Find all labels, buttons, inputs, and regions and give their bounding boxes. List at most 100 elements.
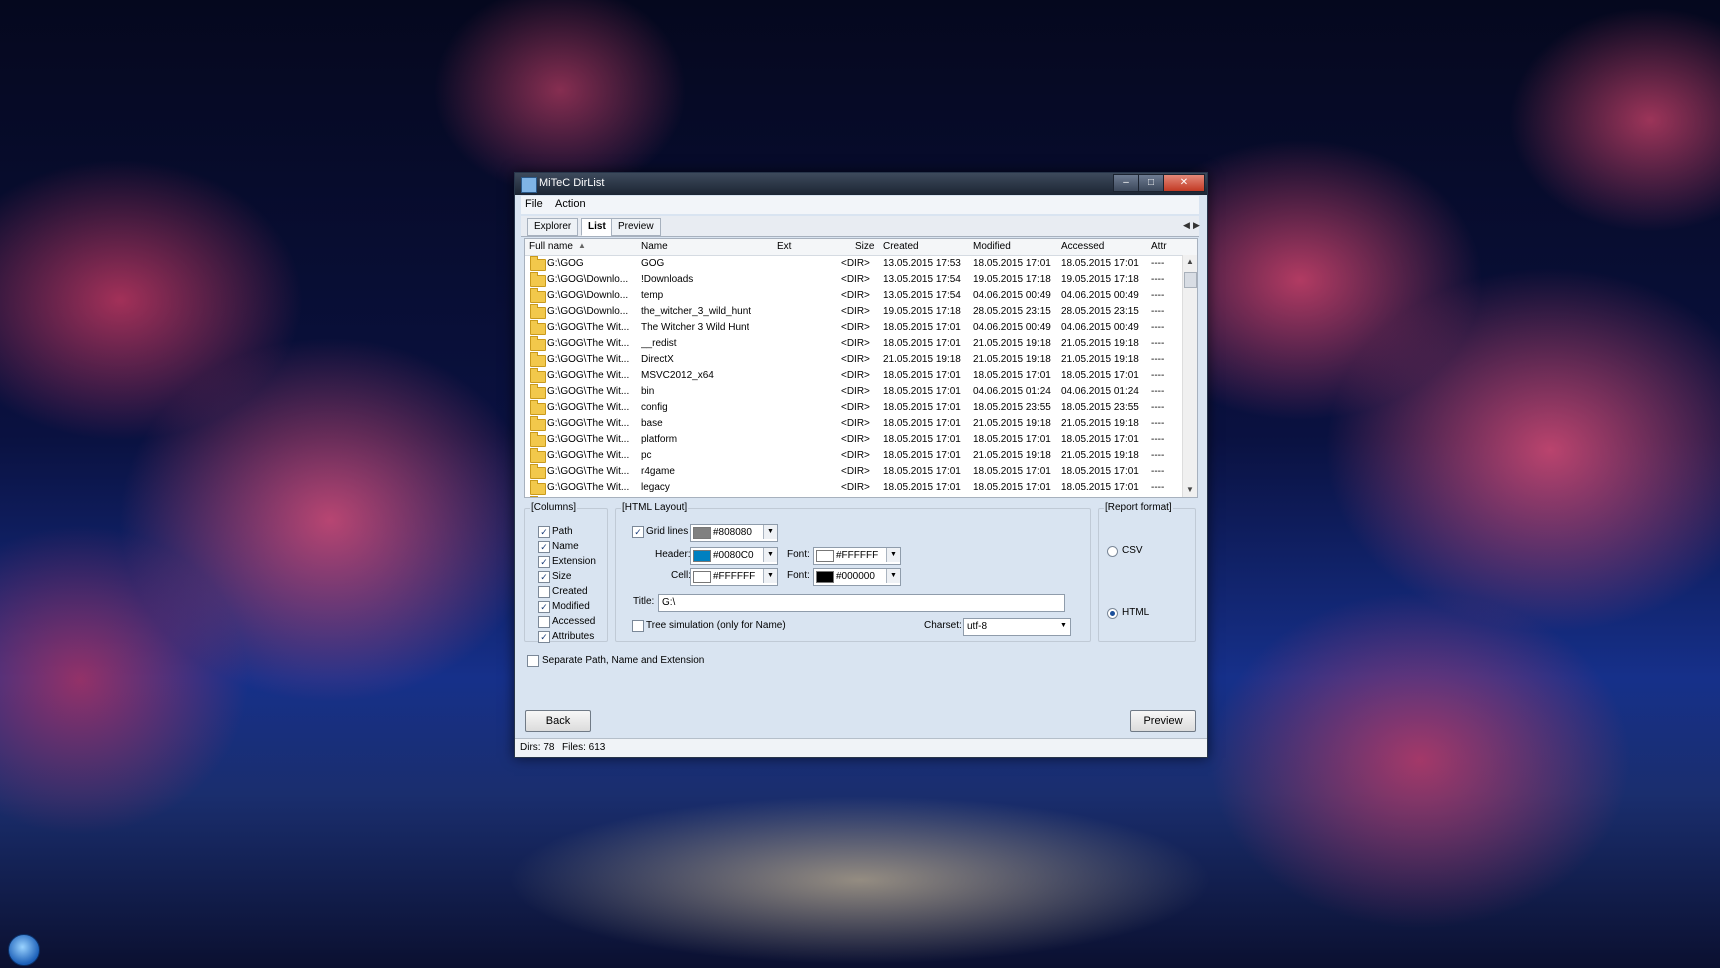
- cell-accessed: 18.05.2015 17:01: [1061, 370, 1139, 381]
- cell-path: G:\GOG\The Wit...: [547, 434, 630, 445]
- table-row[interactable]: G:\GOG\The Wit... DirectX <DIR> 21.05.2015 …: [525, 352, 1181, 368]
- col-size[interactable]: Size: [855, 241, 874, 252]
- report-format-group: [1098, 508, 1196, 642]
- start-button[interactable]: [8, 934, 40, 966]
- table-row[interactable]: G:\GOG\The Wit... pc <DIR> 18.05.2015 17:01…: [525, 448, 1181, 464]
- table-row[interactable]: G:\GOG\The Wit... config <DIR> 18.05.2015 1…: [525, 400, 1181, 416]
- cell-name: config: [641, 402, 668, 413]
- tab-explorer[interactable]: Explorer: [527, 218, 579, 236]
- cell-created: 18.05.2015 17:01: [883, 370, 961, 381]
- title-input[interactable]: G:\: [658, 594, 1065, 612]
- column-checkbox-name[interactable]: ✓: [538, 541, 550, 553]
- header-color-select[interactable]: #0080C0 ▼: [690, 547, 778, 565]
- table-row[interactable]: G:\GOG\The Wit... legacy <DIR> 18.05.2015 1…: [525, 480, 1181, 496]
- table-row[interactable]: G:\GOG\The Wit... bin <DIR> 18.05.2015 17:0…: [525, 384, 1181, 400]
- column-checkbox-created[interactable]: [538, 586, 550, 598]
- csv-radio[interactable]: [1107, 546, 1118, 557]
- title-bar[interactable]: MiTeC DirList – □ ✕: [515, 173, 1207, 195]
- cell-modified: 28.05.2015 23:15: [973, 306, 1051, 317]
- cell-name: __redist: [641, 338, 677, 349]
- table-row[interactable]: G:\GOG\The Wit... MSVC2012_x64 <DIR> 18.05.…: [525, 368, 1181, 384]
- col-created[interactable]: Created: [883, 241, 919, 252]
- cell-attr: ----: [1151, 322, 1165, 333]
- report-format-label: [Report format]: [1104, 502, 1173, 513]
- column-checkbox-attributes[interactable]: ✓: [538, 631, 550, 643]
- maximize-button[interactable]: □: [1138, 174, 1164, 192]
- column-checkbox-size[interactable]: ✓: [538, 571, 550, 583]
- cell-modified: 04.06.2015 00:49: [973, 290, 1051, 301]
- cell-font-label: Font:: [787, 570, 810, 581]
- cell-size: <DIR>: [841, 290, 870, 301]
- cell-size: <DIR>: [841, 370, 870, 381]
- col-modified[interactable]: Modified: [973, 241, 1011, 252]
- chevron-down-icon[interactable]: ▼: [1057, 619, 1070, 633]
- scrollbar-thumb[interactable]: [1184, 272, 1197, 288]
- tab-list[interactable]: List: [581, 218, 613, 236]
- menu-file[interactable]: File: [525, 198, 543, 210]
- tree-simulation-checkbox[interactable]: [632, 620, 644, 632]
- table-row[interactable]: G:\GOG\The Wit...base<DIR>18.05.2015 17:…: [525, 416, 1181, 432]
- header-font-color-select[interactable]: #FFFFFF ▼: [813, 547, 901, 565]
- scroll-up-icon[interactable]: ▲: [1186, 257, 1194, 266]
- cell-accessed: 18.05.2015 17:01: [1061, 258, 1139, 269]
- col-name[interactable]: Name: [641, 241, 668, 252]
- chevron-down-icon[interactable]: ▼: [886, 548, 900, 562]
- cell-size: <DIR>: [841, 450, 870, 461]
- close-button[interactable]: ✕: [1163, 174, 1205, 192]
- table-row[interactable]: G:\GOG\The Wit... The Witcher 3 Wild Hunt…: [525, 320, 1181, 336]
- cell-accessed: 19.05.2015 17:18: [1061, 274, 1139, 285]
- minimize-button[interactable]: –: [1113, 174, 1139, 192]
- column-checkbox-accessed[interactable]: [538, 616, 550, 628]
- preview-button[interactable]: Preview: [1130, 710, 1196, 732]
- folder-icon: [530, 336, 546, 351]
- list-scrollbar[interactable]: ▲ ▼: [1182, 255, 1197, 497]
- cell-modified: 21.05.2015 19:18: [973, 354, 1051, 365]
- cell-modified: 21.05.2015 19:18: [973, 418, 1051, 429]
- chevron-down-icon[interactable]: ▼: [763, 548, 777, 562]
- cell-attr: ----: [1151, 290, 1165, 301]
- chevron-down-icon[interactable]: ▼: [763, 525, 777, 539]
- menu-bar: File Action: [521, 196, 1199, 214]
- col-ext[interactable]: Ext: [777, 241, 791, 252]
- separate-checkbox[interactable]: [527, 655, 539, 667]
- column-checkbox-path[interactable]: ✓: [538, 526, 550, 538]
- header-color-value: #0080C0: [713, 550, 754, 561]
- cell-modified: 18.05.2015 17:01: [973, 466, 1051, 477]
- table-row[interactable]: G:\GOG\The Wit... __redist <DIR> 18.05.2015…: [525, 336, 1181, 352]
- tab-scroll-right-icon[interactable]: ▶: [1193, 220, 1200, 231]
- cell-color-select[interactable]: #FFFFFF ▼: [690, 568, 778, 586]
- cell-path: G:\GOG\Downlo...: [547, 290, 629, 301]
- file-list[interactable]: Full name ▲ Name Ext Size Created Modifi…: [524, 238, 1198, 498]
- table-row[interactable]: G:\GOG\Downlo... !Downloads <DIR> 13.05.201…: [525, 272, 1181, 288]
- csv-label: CSV: [1122, 545, 1143, 556]
- cell-font-color-select[interactable]: #000000 ▼: [813, 568, 901, 586]
- cell-modified: 18.05.2015 23:55: [973, 402, 1051, 413]
- table-row[interactable]: G:\GOG\Downlo... temp <DIR> 13.05.2015 17:5…: [525, 288, 1181, 304]
- table-row[interactable]: G:\GOG\Downlo... the_witcher_3_wild_hunt <…: [525, 304, 1181, 320]
- tab-scroll-left-icon[interactable]: ◀: [1183, 220, 1190, 231]
- cell-attr: ----: [1151, 434, 1165, 445]
- chevron-down-icon[interactable]: ▼: [886, 569, 900, 583]
- back-button[interactable]: Back: [525, 710, 591, 732]
- charset-select[interactable]: utf-8 ▼: [963, 618, 1071, 636]
- grid-lines-checkbox[interactable]: ✓: [632, 526, 644, 538]
- scroll-down-icon[interactable]: ▼: [1186, 485, 1194, 494]
- cell-modified: 18.05.2015 17:01: [973, 482, 1051, 493]
- table-row[interactable]: G:\GOG\The Wit... r4game <DIR> 18.05.2015 1…: [525, 464, 1181, 480]
- col-full-name[interactable]: Full name: [529, 241, 573, 252]
- chevron-down-icon[interactable]: ▼: [763, 569, 777, 583]
- cell-name: platform: [641, 434, 678, 445]
- column-checkbox-extension[interactable]: ✓: [538, 556, 550, 568]
- grid-color-select[interactable]: #808080 ▼: [690, 524, 778, 542]
- menu-action[interactable]: Action: [555, 198, 586, 210]
- col-attr[interactable]: Attr: [1151, 241, 1167, 252]
- table-row[interactable]: G:\GOG GOG <DIR> 13.05.2015 17:53 18.05.2015…: [525, 256, 1181, 272]
- column-checkbox-modified[interactable]: ✓: [538, 601, 550, 613]
- col-accessed[interactable]: Accessed: [1061, 241, 1104, 252]
- table-row[interactable]: G:\GOG\The Wit... platform <DIR> 18.05.2015…: [525, 432, 1181, 448]
- cell-modified: 18.05.2015 17:01: [973, 434, 1051, 445]
- table-row[interactable]: G:\GOG\The Wit...base<DIR>18.05.2015 17:…: [525, 496, 1181, 497]
- html-radio[interactable]: [1107, 608, 1118, 619]
- cell-size: <DIR>: [841, 418, 870, 429]
- tab-preview[interactable]: Preview: [611, 218, 661, 236]
